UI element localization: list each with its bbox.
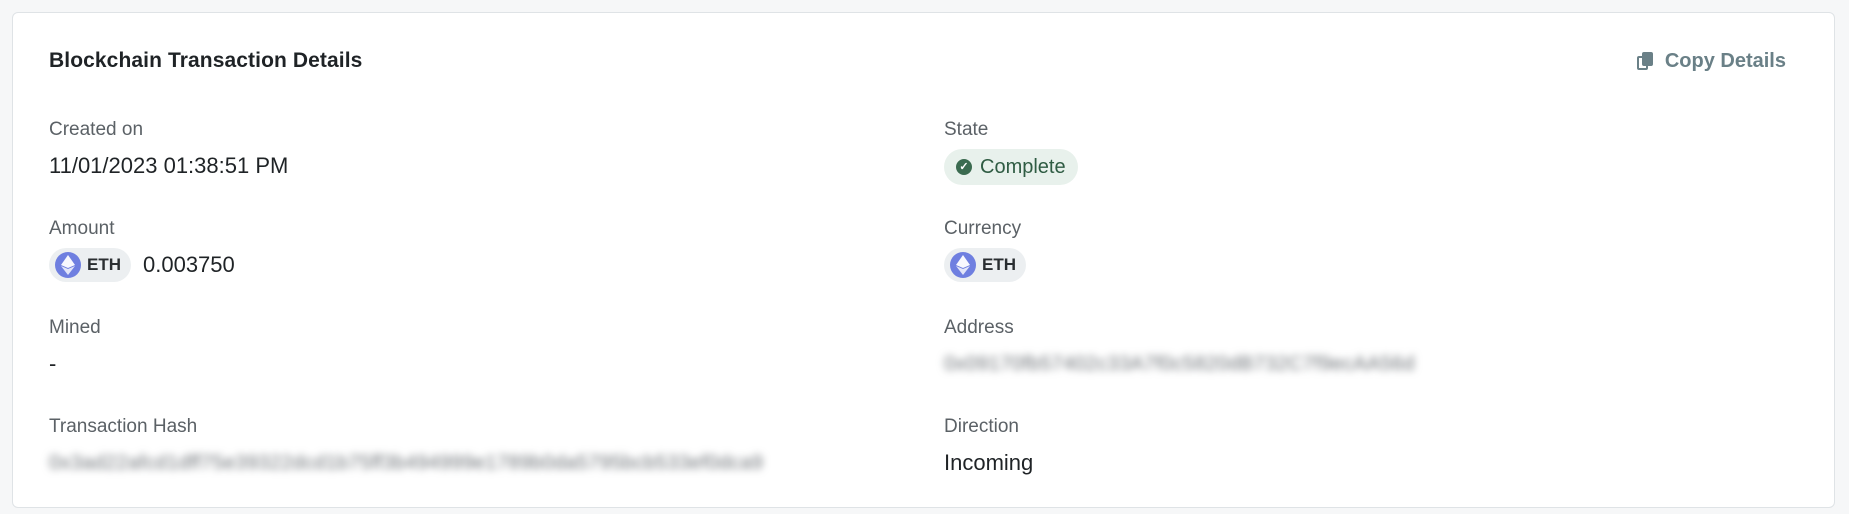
currency-label: Currency xyxy=(944,218,1022,239)
created-on-field: Created on 11/01/2023 01:38:51 PM xyxy=(49,119,288,179)
currency-value: ETH xyxy=(982,255,1016,274)
currency-field: Currency ETH xyxy=(944,218,1026,282)
created-on-value: 11/01/2023 01:38:51 PM xyxy=(49,153,289,178)
amount-currency-label: ETH xyxy=(87,255,121,274)
address-field: Address 0x09170fb57402c33A7f0c5820dB732C… xyxy=(944,317,1415,376)
ethereum-icon xyxy=(55,252,81,278)
direction-label: Direction xyxy=(944,416,1019,437)
mined-value: - xyxy=(49,351,57,376)
check-circle-icon: ✓ xyxy=(956,159,972,175)
direction-field: Direction Incoming xyxy=(944,416,1033,476)
amount-label: Amount xyxy=(49,218,115,239)
direction-value: Incoming xyxy=(944,450,1034,475)
ethereum-icon xyxy=(950,252,976,278)
currency-pill: ETH xyxy=(944,248,1026,282)
amount-value: 0.003750 xyxy=(143,252,235,277)
state-field: State ✓ Complete xyxy=(944,119,1078,185)
amount-currency-pill: ETH xyxy=(49,248,131,282)
created-on-label: Created on xyxy=(49,119,144,140)
mined-label: Mined xyxy=(49,317,101,338)
status-badge-label: Complete xyxy=(980,155,1066,178)
amount-field: Amount ETH 0.003750 xyxy=(49,218,235,282)
transaction-details-card: Blockchain Transaction Details Copy Deta… xyxy=(12,12,1835,508)
address-label: Address xyxy=(944,317,1014,338)
card-title: Blockchain Transaction Details xyxy=(49,49,363,72)
address-value: 0x09170fb57402c33A7f0c5820dB732C7f9ecAA5… xyxy=(944,353,1415,375)
copy-icon xyxy=(1636,51,1655,72)
transaction-hash-value: 0x3ad22afcd1dff75e39322dcd1b75ff3b494999… xyxy=(49,452,764,474)
mined-field: Mined - xyxy=(49,317,101,377)
transaction-hash-label: Transaction Hash xyxy=(49,416,198,437)
copy-details-label: Copy Details xyxy=(1664,50,1786,72)
transaction-hash-field: Transaction Hash 0x3ad22afcd1dff75e39322… xyxy=(49,416,909,475)
status-badge: ✓ Complete xyxy=(944,149,1078,185)
state-label: State xyxy=(944,119,989,140)
copy-details-button[interactable]: Copy Details xyxy=(1636,50,1786,73)
